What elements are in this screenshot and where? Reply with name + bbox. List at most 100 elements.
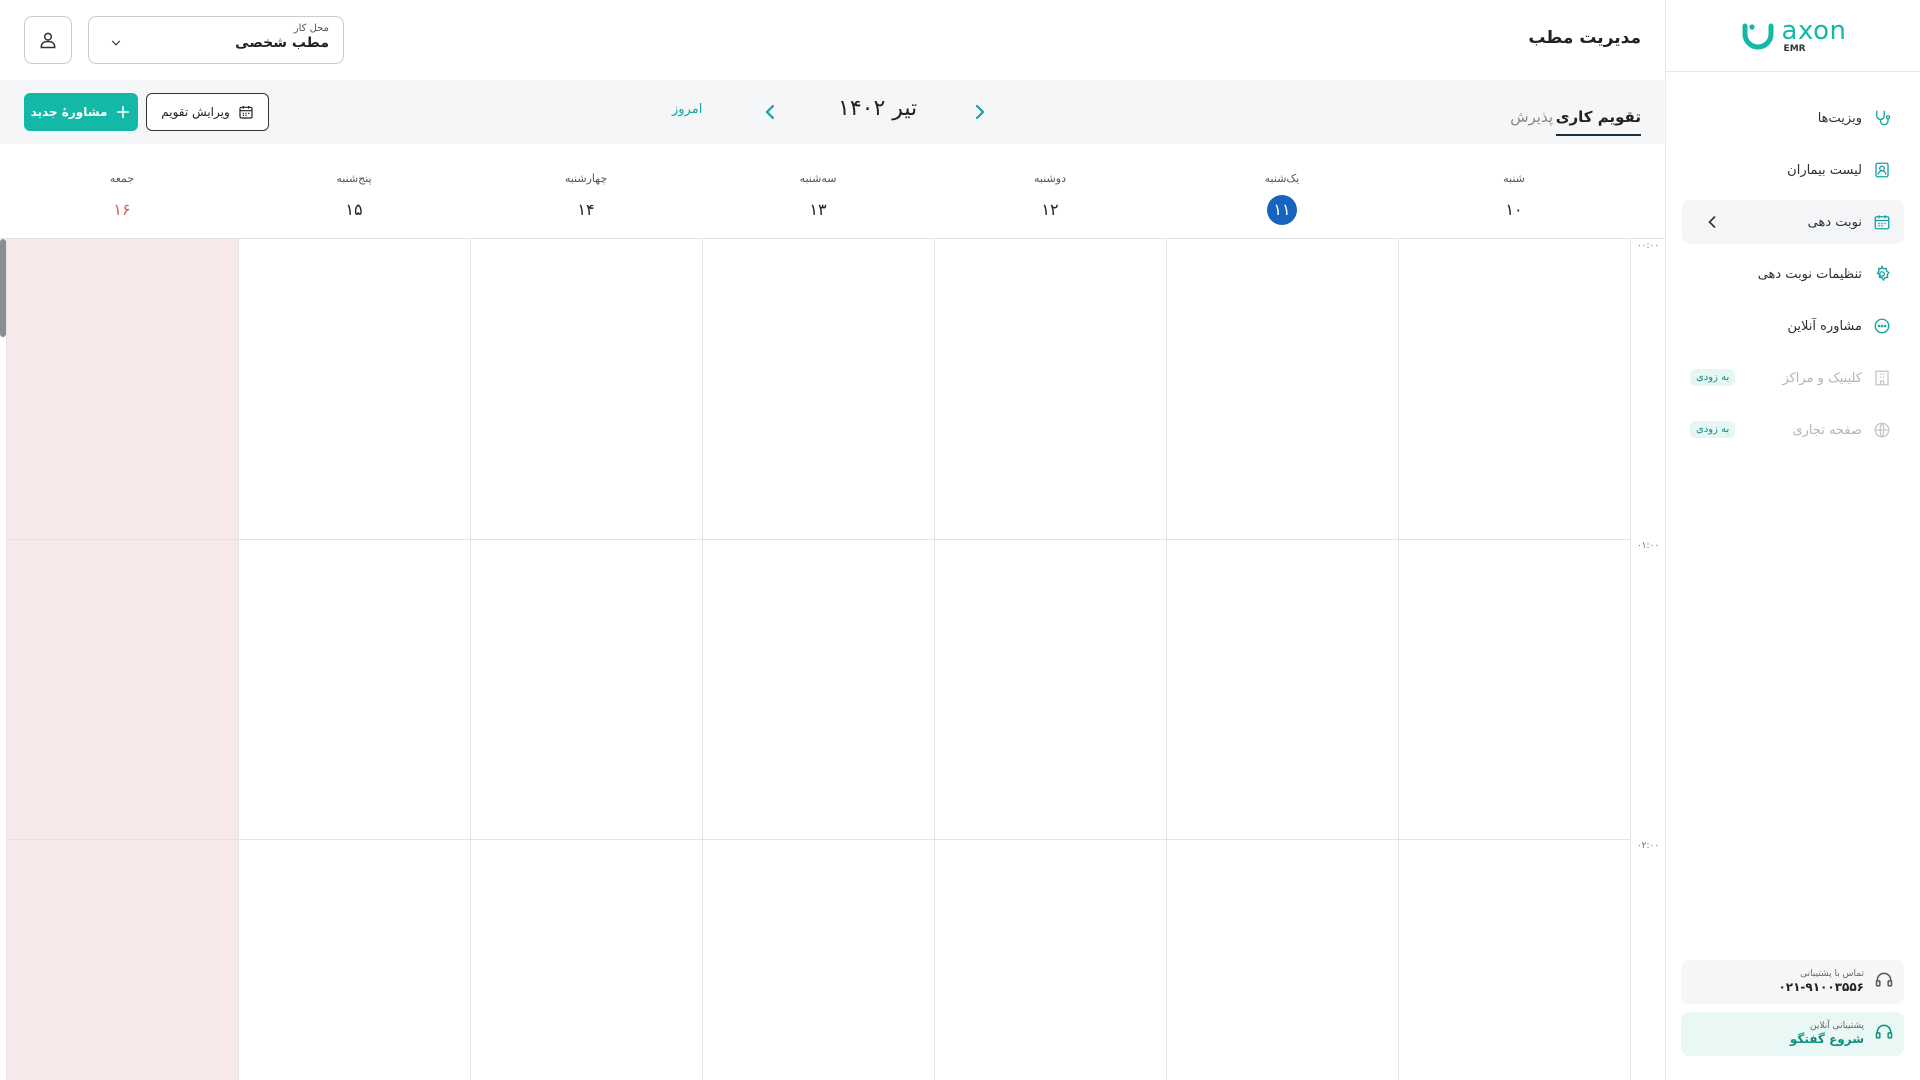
day-number-holiday: ۱۶: [113, 200, 131, 219]
calendar-icon: [1872, 212, 1892, 232]
grid-line: [6, 839, 1630, 840]
sidebar-item-label: ویزیت‌ها: [1817, 110, 1862, 126]
grid-line: [1630, 239, 1631, 1080]
stethoscope-icon: [1872, 108, 1892, 128]
sidebar-item-appointments[interactable]: نوبت دهی: [1682, 200, 1904, 244]
logo[interactable]: axon EMR: [1666, 0, 1920, 72]
day-header-monday[interactable]: دوشنبه ۱۲: [934, 172, 1166, 225]
headset-icon: [1874, 1022, 1894, 1046]
sidebar-item-appointment-settings[interactable]: تنظیمات نوبت دهی: [1682, 252, 1904, 296]
time-label: ۰۲:۰۰: [1636, 841, 1660, 851]
chat-icon: [1872, 316, 1892, 336]
today-marker: ۱۱: [1267, 195, 1297, 225]
sidebar-item-label: تنظیمات نوبت دهی: [1757, 266, 1862, 282]
globe-icon: [1872, 420, 1892, 440]
start-chat-link: شروع گفتگو: [1789, 1032, 1864, 1047]
coming-soon-badge: به زودی: [1690, 421, 1736, 438]
sidebar-nav: ویزیت‌ها لیست بیماران نوبت دهی تنظیمات ن…: [1666, 96, 1920, 452]
main-content: مدیریت مطب محل کار مطب شخصی تقویم کاری پ…: [0, 0, 1665, 1080]
user-icon: [40, 32, 56, 49]
day-number: ۱۴: [577, 200, 595, 219]
sidebar: axon EMR ویزیت‌ها لیست بیماران نوبت دهی: [1665, 0, 1920, 1080]
day-header-sunday[interactable]: یک‌شنبه ۱۱: [1166, 172, 1398, 225]
day-name: جمعه: [109, 172, 135, 185]
day-name: شنبه: [1503, 172, 1525, 185]
workplace-value: مطب شخصی: [235, 35, 329, 51]
grid-line: [934, 239, 935, 1080]
sidebar-item-label: نوبت دهی: [1807, 214, 1862, 230]
building-icon: [1872, 368, 1892, 388]
day-number: ۱۰: [1505, 200, 1523, 219]
next-month-button[interactable]: [968, 100, 992, 128]
calendar-grid[interactable]: ۰۰:۰۰ ۰۱:۰۰ ۰۲:۰۰: [0, 239, 1665, 1080]
day-number: ۱۲: [1041, 200, 1059, 219]
time-label: ۰۰:۰۰: [1636, 241, 1660, 251]
page-title: مدیریت مطب: [1528, 28, 1641, 48]
sidebar-item-patients[interactable]: لیست بیماران: [1682, 148, 1904, 192]
sidebar-item-label: لیست بیماران: [1787, 162, 1862, 178]
workplace-select[interactable]: محل کار مطب شخصی: [88, 16, 344, 64]
day-name: چهارشنبه: [564, 172, 608, 185]
day-name: سه‌شنبه: [799, 172, 837, 185]
day-number: ۱۵: [345, 200, 363, 219]
grid-line: [702, 239, 703, 1080]
week-days-header: شنبه ۱۰ یک‌شنبه ۱۱ دوشنبه ۱۲ سه‌شنبه ۱۳ …: [0, 144, 1665, 239]
previous-month-button[interactable]: [758, 100, 782, 128]
grid-line: [470, 239, 471, 1080]
chevron-down-icon: [109, 35, 123, 54]
sidebar-item-business-page: صفحه تجاری به زودی: [1682, 408, 1904, 452]
axon-logo-icon: [1742, 23, 1774, 49]
sidebar-item-label: کلینیک و مراکز: [1782, 370, 1862, 386]
calendar-icon: [239, 106, 253, 119]
day-header-friday[interactable]: جمعه ۱۶: [6, 172, 238, 225]
gear-icon: [1872, 264, 1892, 284]
day-number-today: ۱۱: [1166, 195, 1398, 225]
tab-reception[interactable]: پذیرش: [1510, 108, 1553, 134]
month-title: تیر ۱۴۰۲: [838, 96, 918, 121]
chevron-left-icon: [1702, 212, 1722, 236]
support-chat[interactable]: پشتیبانی آنلاین شروع گفتگو: [1681, 1012, 1904, 1056]
day-header-saturday[interactable]: شنبه ۱۰: [1398, 172, 1630, 225]
grid-line: [6, 239, 7, 1080]
profile-button[interactable]: [24, 16, 72, 64]
sidebar-item-label: صفحه تجاری: [1792, 422, 1862, 438]
plus-icon: [117, 105, 130, 119]
edit-calendar-button[interactable]: ویرایش تقویم: [146, 93, 269, 131]
sidebar-item-clinics: کلینیک و مراکز به زودی: [1682, 356, 1904, 400]
top-bar: مدیریت مطب محل کار مطب شخصی: [0, 0, 1665, 80]
logo-sub: EMR: [1783, 43, 1806, 54]
grid-line: [1398, 239, 1399, 1080]
calendar-toolbar: تقویم کاری پذیرش تیر ۱۴۰۲ امروز ویرایش ت…: [0, 80, 1665, 144]
grid-line: [6, 539, 1630, 540]
sidebar-item-online-consultation[interactable]: مشاوره آنلاین: [1682, 304, 1904, 348]
chevron-left-icon: [765, 104, 775, 120]
new-consultation-label: مشاورهٔ جدید: [30, 105, 108, 119]
today-button[interactable]: امروز: [672, 102, 702, 117]
day-name: دوشنبه: [1034, 172, 1066, 185]
edit-calendar-label: ویرایش تقویم: [161, 105, 230, 119]
day-name: یک‌شنبه: [1264, 172, 1300, 185]
grid-line: [238, 239, 239, 1080]
day-header-wednesday[interactable]: چهارشنبه ۱۴: [470, 172, 702, 225]
grid-line: [1166, 239, 1167, 1080]
day-name: پنج‌شنبه: [336, 172, 372, 185]
support-phone-title: تماس با پشتیبانی: [1800, 969, 1864, 980]
coming-soon-badge: به زودی: [1690, 369, 1736, 386]
sidebar-item-label: مشاوره آنلاین: [1787, 318, 1862, 334]
workplace-label: محل کار: [293, 23, 329, 34]
chevron-right-icon: [975, 104, 985, 120]
support-phone[interactable]: تماس با پشتیبانی ۰۲۱-۹۱۰۰۳۵۵۶: [1681, 960, 1904, 1004]
scrollbar-thumb[interactable]: [0, 239, 6, 337]
day-number: ۱۳: [809, 200, 827, 219]
sidebar-item-visits[interactable]: ویزیت‌ها: [1682, 96, 1904, 140]
holiday-column: [6, 239, 238, 1080]
support-chat-title: پشتیبانی آنلاین: [1809, 1021, 1864, 1032]
patient-list-icon: [1872, 160, 1892, 180]
time-label: ۰۱:۰۰: [1636, 541, 1660, 551]
new-consultation-button[interactable]: مشاورهٔ جدید: [24, 93, 138, 131]
day-header-tuesday[interactable]: سه‌شنبه ۱۳: [702, 172, 934, 225]
day-header-thursday[interactable]: پنج‌شنبه ۱۵: [238, 172, 470, 225]
logo-name: axon: [1781, 15, 1847, 46]
support-phone-number: ۰۲۱-۹۱۰۰۳۵۵۶: [1778, 980, 1864, 995]
tab-work-calendar[interactable]: تقویم کاری: [1555, 108, 1641, 136]
